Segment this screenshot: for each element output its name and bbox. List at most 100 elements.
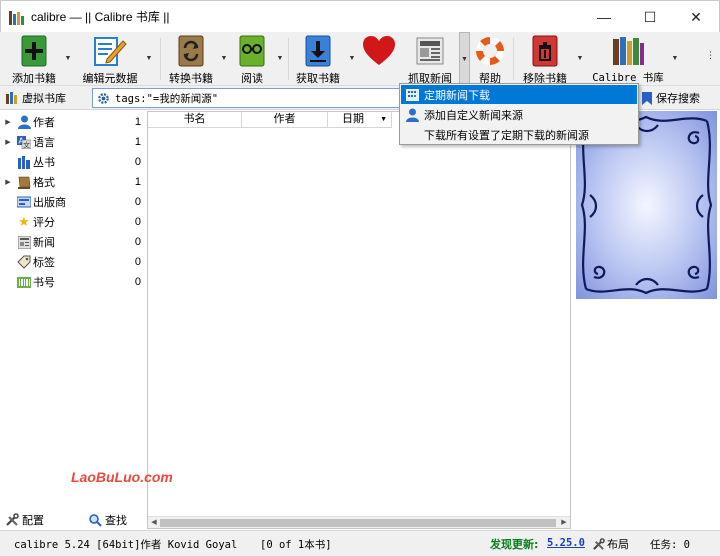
tag-category-count: 0 [134,196,141,208]
save-search-label: 保存搜索 [656,93,700,105]
remove-books-dropdown-arrow[interactable]: ▼ [576,55,584,62]
configure-button[interactable]: 配置 [5,512,44,528]
window-title: calibre — || Calibre 书库 || [31,10,170,24]
jobs-indicator[interactable]: 任务: 0 [650,537,690,552]
add-book-icon [16,34,52,68]
view-label: 阅读 [241,73,263,85]
search-query-text[interactable]: tags:"=我的新闻源" [115,91,218,106]
tag-category-label: 书号 [33,277,55,289]
user-icon [17,115,31,129]
tag-category-label: 标签 [33,257,55,269]
book-list[interactable]: 书名 作者 日期 ▼ ◀ ▶ [147,111,571,529]
tag-category-label: 丛书 [33,157,55,169]
tag-category-count: 0 [134,256,141,268]
remove-book-icon [527,34,563,68]
heart-icon [361,34,397,68]
remove-books-button[interactable]: 移除书籍 [520,32,570,86]
tag-browser-item-formats[interactable]: ▶ 格式 1 [3,172,145,192]
tag-category-label: 新闻 [33,237,55,249]
help-button[interactable]: 帮助 [472,32,508,86]
scroll-left-icon[interactable]: ◀ [148,517,160,529]
tag-category-count: 0 [134,156,141,168]
column-header-date[interactable]: 日期 ▼ [328,112,392,128]
gear-icon[interactable] [97,92,110,105]
column-header-date-label: 日期 [342,113,364,125]
view-button[interactable]: 阅读 [232,32,272,86]
tag-browser-item-tags[interactable]: 标签 0 [3,252,145,272]
save-search-button[interactable]: 保存搜索 [642,90,700,106]
find-button[interactable]: 查找 [89,512,127,528]
menu-item-add-custom-news[interactable]: 添加自定义新闻来源 [401,105,637,124]
toolbar-overflow-icon[interactable]: ⋮ [706,51,715,64]
layout-button[interactable]: 布局 [592,536,629,552]
tag-category-count: 1 [134,116,141,128]
barcode-icon [17,275,31,289]
tag-category-label: 作者 [33,117,55,129]
view-dropdown-arrow[interactable]: ▼ [276,55,284,62]
update-version-link[interactable]: 5.25.0 [547,537,585,549]
column-header-author[interactable]: 作者 [242,112,328,128]
configure-label: 配置 [22,515,44,527]
download-book-icon [300,34,336,68]
tag-category-count: 0 [134,276,141,288]
menu-item-label: 添加自定义新闻来源 [424,109,523,122]
maximize-button[interactable]: ☐ [627,1,673,33]
fetch-news-button[interactable]: 抓取新闻 [404,32,456,86]
expand-arrow-icon[interactable]: ▶ [3,138,13,146]
add-books-button[interactable]: 添加书籍 [8,32,60,86]
tools-icon [593,537,605,550]
search-icon [89,513,102,527]
virtual-library-icon [6,92,17,104]
expand-arrow-icon[interactable]: ▶ [3,178,13,186]
column-header-title[interactable]: 书名 [148,112,242,128]
tag-browser-item-series[interactable]: 丛书 0 [3,152,145,172]
minimize-button[interactable]: — [581,1,627,33]
language-icon: A文 [17,135,31,149]
fetch-news-dropdown-arrow[interactable]: ▼ [459,32,470,86]
tag-browser: ▶ 作者 1 ▶ A文 语言 1 丛书 0 ▶ 格式 1 出版商 0 ★ 评分 … [3,111,145,511]
donate-button[interactable] [360,32,398,86]
edit-metadata-icon [92,34,128,68]
watermark-text: LaoBuLuo.com [71,469,173,485]
find-label: 查找 [105,515,127,527]
tag-icon [17,255,31,269]
get-books-label: 获取书籍 [296,73,340,85]
tag-browser-item-authors[interactable]: ▶ 作者 1 [3,112,145,132]
search-input[interactable]: tags:"=我的新闻源" [92,88,400,108]
library-dropdown-arrow[interactable]: ▼ [671,55,679,62]
tag-browser-item-news[interactable]: 新闻 0 [3,232,145,252]
expand-arrow-icon[interactable]: ▶ [3,118,13,126]
scroll-right-icon[interactable]: ▶ [558,517,570,529]
tag-browser-item-publisher[interactable]: 出版商 0 [3,192,145,212]
convert-books-label: 转换书籍 [169,73,213,85]
add-books-dropdown-arrow[interactable]: ▼ [64,55,72,62]
get-books-dropdown-arrow[interactable]: ▼ [348,55,356,62]
menu-item-scheduled-news[interactable]: 定期新闻下载 [401,85,637,104]
convert-dropdown-arrow[interactable]: ▼ [220,55,228,62]
version-text: calibre 5.24 [64bit]作者 Kovid Goyal [14,539,238,551]
lifebuoy-icon [472,34,508,68]
library-books-icon [610,34,646,68]
format-icon [17,175,31,189]
menu-item-download-all-scheduled[interactable]: 下载所有设置了定期下载的新闻源 [401,125,637,144]
tag-category-label: 评分 [33,217,55,229]
tag-browser-item-rating[interactable]: ★ 评分 0 [3,212,145,232]
scrollbar-thumb[interactable] [160,519,556,527]
tag-browser-item-languages[interactable]: ▶ A文 语言 1 [3,132,145,152]
reader-icon [234,34,270,68]
tag-browser-item-identifiers[interactable]: 书号 0 [3,272,145,292]
calibre-library-button[interactable]: Calibre 书库 [592,32,664,86]
update-available-label: 发现更新: [490,538,539,551]
tag-category-count: 0 [134,216,141,228]
convert-books-button[interactable]: 转换书籍 [166,32,216,86]
horizontal-scrollbar[interactable]: ◀ ▶ [148,516,570,528]
virtual-library-button[interactable]: 虚拟书库 [6,90,66,106]
toolbar-separator [288,38,289,80]
get-books-button[interactable]: 获取书籍 [294,32,342,86]
add-books-label: 添加书籍 [12,73,56,85]
edit-metadata-dropdown-arrow[interactable]: ▼ [145,55,153,62]
edit-metadata-button[interactable]: 编辑元数据 [80,32,140,86]
tag-category-label: 语言 [33,137,55,149]
close-button[interactable]: ✕ [673,1,719,33]
series-icon [17,155,31,169]
